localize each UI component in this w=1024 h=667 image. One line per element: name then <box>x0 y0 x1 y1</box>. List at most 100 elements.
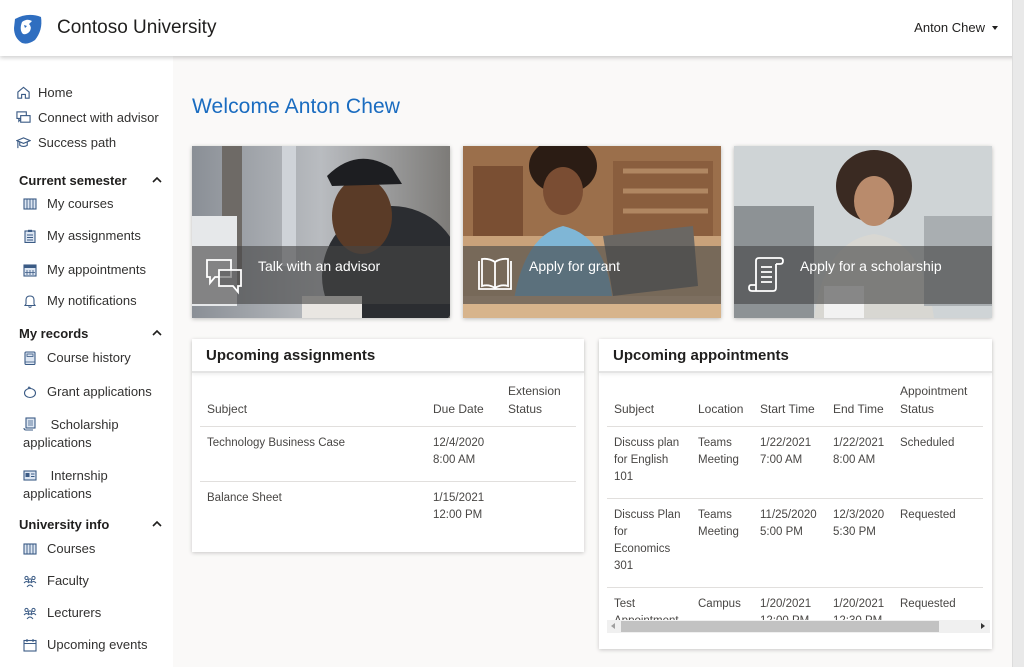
section-my-records[interactable]: My records <box>0 322 173 344</box>
home-icon <box>17 86 30 99</box>
chevron-up-icon[interactable] <box>151 327 163 339</box>
column-header[interactable]: Start Time <box>753 382 826 427</box>
table-horizontal-scrollbar[interactable] <box>607 620 990 633</box>
scroll-icon <box>748 257 784 292</box>
nav-label: Scholarship applications <box>23 417 119 450</box>
appointment-location: Teams Meeting <box>691 498 753 588</box>
people-icon <box>23 607 37 620</box>
id-card-icon <box>23 470 37 481</box>
welcome-heading: Welcome Anton Chew <box>192 95 401 118</box>
start-time: 5:00 PM <box>760 526 803 538</box>
scroll-left-arrow-icon[interactable] <box>611 623 615 629</box>
appointments-table: Subject Location Start Time End Time App… <box>607 382 983 634</box>
tile-label: Apply for grant <box>529 258 621 274</box>
tile-talk-with-advisor[interactable]: Talk with an advisor <box>192 146 450 318</box>
appointment-subject[interactable]: Discuss plan for English 101 <box>607 426 691 499</box>
top-bar: Contoso University Anton Chew <box>0 0 1020 56</box>
card-title: Upcoming assignments <box>192 339 584 373</box>
assignment-subject[interactable]: Balance Sheet <box>200 481 426 536</box>
section-university-info[interactable]: University info <box>0 513 173 535</box>
appointment-status: Requested <box>893 498 983 588</box>
column-header[interactable]: End Time <box>826 382 893 427</box>
book-icon <box>23 198 37 210</box>
section-current-semester[interactable]: Current semester <box>0 169 173 191</box>
nav-lecturers[interactable]: Lecturers <box>0 604 173 622</box>
appointment-subject[interactable]: Discuss Plan for Economics 301 <box>607 498 691 588</box>
due-time: 8:00 AM <box>433 454 476 466</box>
nav-my-courses[interactable]: My courses <box>0 195 173 213</box>
assignment-due: 1/15/2021 12:00 PM <box>426 481 501 536</box>
nav-success-path[interactable]: Success path <box>0 130 173 155</box>
nav-connect-label: Connect with advisor <box>38 110 159 125</box>
tile-apply-for-grant[interactable]: Apply for grant <box>463 146 721 318</box>
nav-label: Faculty <box>47 573 89 588</box>
people-icon <box>23 575 37 588</box>
table-header-row: Subject Due Date Extension Status <box>200 382 576 427</box>
tile-apply-for-scholarship[interactable]: Apply for a scholarship <box>734 146 992 318</box>
nav-faculty[interactable]: Faculty <box>0 572 173 590</box>
column-header[interactable]: Due Date <box>426 382 501 427</box>
appointment-location: Teams Meeting <box>691 426 753 499</box>
nav-my-assignments[interactable]: My assignments <box>0 227 173 245</box>
appointment-end: 12/3/2020 5:30 PM <box>826 498 893 588</box>
app-title[interactable]: Contoso University <box>57 17 216 39</box>
user-menu-button[interactable]: Anton Chew <box>914 20 998 35</box>
nav-label: Course history <box>47 350 131 365</box>
upcoming-assignments-card: Upcoming assignments Subject Due Date Ex… <box>192 339 584 552</box>
start-time: 7:00 AM <box>760 454 803 466</box>
nav-my-notifications[interactable]: My notifications <box>0 292 173 310</box>
column-header[interactable]: Subject <box>607 382 691 427</box>
appointment-start: 11/25/2020 5:00 PM <box>753 498 826 588</box>
section-title: Current semester <box>19 172 127 188</box>
chevron-up-icon[interactable] <box>151 518 163 530</box>
assignment-extension-status <box>501 426 576 482</box>
tile-caption-band: Talk with an advisor <box>192 246 450 304</box>
table-row[interactable]: Technology Business Case 12/4/2020 8:00 A… <box>200 426 576 482</box>
table-row[interactable]: Discuss plan for English 101 Teams Meeti… <box>607 426 983 499</box>
university-logo-icon[interactable] <box>10 10 46 46</box>
table-row[interactable]: Balance Sheet 1/15/2021 12:00 PM <box>200 481 576 536</box>
column-header[interactable]: Location <box>691 382 753 427</box>
appointment-status: Scheduled <box>893 426 983 499</box>
bell-icon <box>23 295 37 308</box>
due-time: 12:00 PM <box>433 509 483 521</box>
tile-caption-band: Apply for a scholarship <box>734 246 992 304</box>
due-date: 1/15/2021 <box>433 492 485 504</box>
scroll-right-arrow-icon[interactable] <box>981 623 985 629</box>
assignment-subject[interactable]: Technology Business Case <box>200 426 426 482</box>
page-scrollbar[interactable] <box>1012 0 1024 667</box>
appointment-end: 1/22/2021 8:00 AM <box>826 426 893 499</box>
nav-label: My courses <box>47 196 114 211</box>
scroll-icon <box>23 417 36 431</box>
notebook-icon <box>24 351 36 365</box>
column-header[interactable]: Appointment Status <box>893 382 983 427</box>
assignments-table: Subject Due Date Extension Status Techno… <box>200 382 576 536</box>
end-date: 1/20/2021 <box>833 598 885 610</box>
table-row[interactable]: Discuss Plan for Economics 301 Teams Mee… <box>607 498 983 588</box>
column-header[interactable]: Subject <box>200 382 426 427</box>
nav-course-history[interactable]: Course history <box>0 349 173 367</box>
nav-my-appointments[interactable]: My appointments <box>0 261 173 279</box>
chat-icon <box>16 111 31 123</box>
nav-label: My assignments <box>47 228 141 243</box>
chevron-up-icon[interactable] <box>151 174 163 186</box>
column-header[interactable]: Extension Status <box>501 382 576 427</box>
nav-connect-with-advisor[interactable]: Connect with advisor <box>0 105 173 130</box>
nav-home[interactable]: Home <box>0 80 173 105</box>
nav-home-label: Home <box>38 85 73 100</box>
nav-internship-applications[interactable]: Internship applications <box>0 466 173 503</box>
appointment-start: 1/22/2021 7:00 AM <box>753 426 826 499</box>
table-header-row: Subject Location Start Time End Time App… <box>607 382 983 427</box>
nav-scholarship-applications[interactable]: Scholarship applications <box>0 415 173 452</box>
nav-upcoming-events[interactable]: Upcoming events <box>0 636 173 654</box>
nav-label: My notifications <box>47 293 137 308</box>
tile-caption-band: Apply for grant <box>463 246 721 304</box>
end-date: 1/22/2021 <box>833 437 885 449</box>
due-date: 12/4/2020 <box>433 437 485 449</box>
nav-courses[interactable]: Courses <box>0 540 173 558</box>
sidebar: Home Connect with advisor Success path C… <box>0 56 173 667</box>
start-date: 1/22/2021 <box>760 437 812 449</box>
nav-grant-applications[interactable]: Grant applications <box>0 383 173 401</box>
scrollbar-thumb[interactable] <box>621 621 939 632</box>
tile-label: Talk with an advisor <box>258 258 381 274</box>
